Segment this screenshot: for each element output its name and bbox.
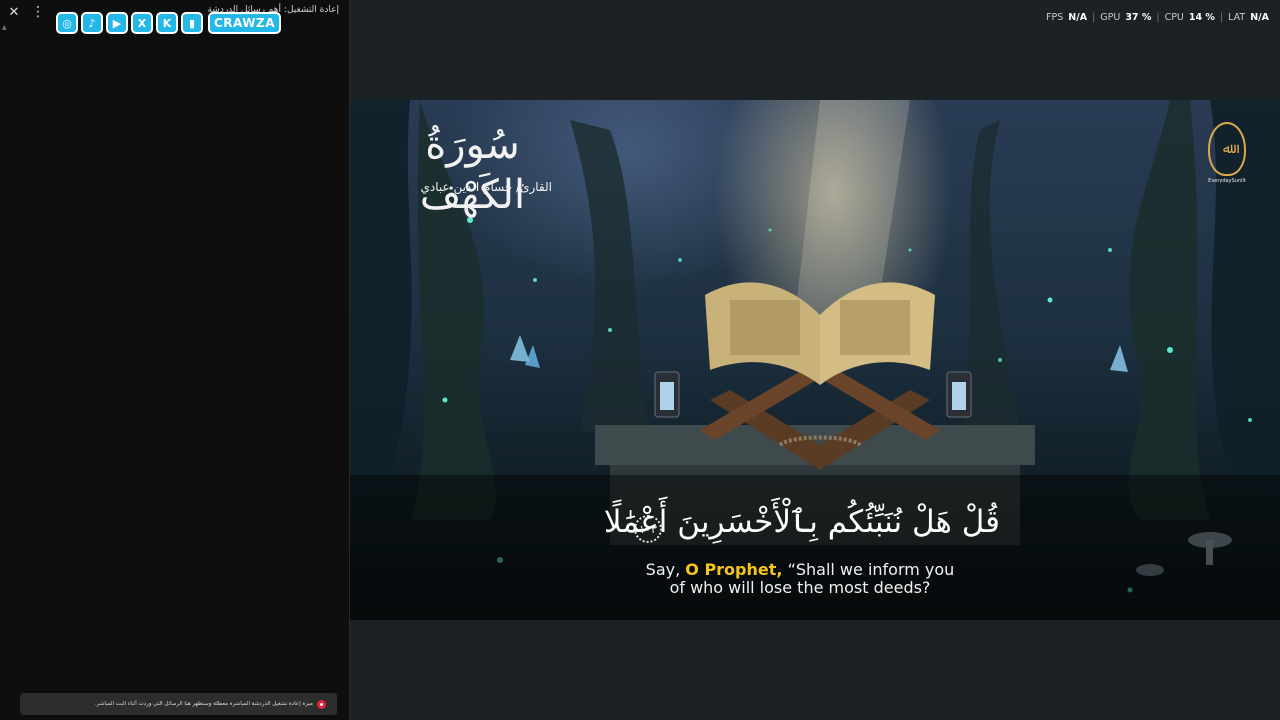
surah-title: سُورَةُ الكَهْف: [419, 122, 526, 218]
stat-separator: |: [1156, 11, 1160, 23]
lat-label: LAT: [1228, 11, 1246, 23]
close-button[interactable]: ✕: [4, 2, 24, 22]
instagram-icon: ◎: [56, 12, 78, 34]
verse-translation: Say, O Prophet, “Shall we inform you of …: [620, 561, 980, 597]
reciter-name: القارئ/ حسام الدين عبادي: [420, 180, 552, 194]
banner-text: ميزة إعادة تشغيل الدردشة المباشرة معطلة …: [94, 701, 313, 707]
translation-part-2: “Shall we inform you: [787, 560, 955, 579]
youtube-icon: ▶: [106, 12, 128, 34]
fps-value: N/A: [1068, 11, 1088, 23]
social-overlay: ◎ ♪ ▶ X K ▮ CRAWZA: [52, 10, 285, 36]
lat-value: N/A: [1250, 11, 1269, 23]
x-icon: X: [131, 12, 153, 34]
scroll-up-arrow-icon[interactable]: ▲: [2, 24, 7, 31]
cpu-label: CPU: [1164, 11, 1184, 23]
kick-icon: K: [156, 12, 178, 34]
logo-text: EverydaySunlit: [1208, 178, 1246, 184]
channel-logo: ﷲ EverydaySunlit: [1204, 122, 1250, 184]
chat-panel: ✕ ⋮ إعادة التشغيل: أهم رسائل الدردشة ▲ ◎…: [0, 0, 350, 720]
live-dot-icon: [317, 699, 326, 709]
performance-stats: FPS N/A | GPU 37 % | CPU 14 % | LAT N/A: [1046, 10, 1269, 24]
calligraphy-logo-icon: ﷲ: [1208, 122, 1246, 176]
stat-separator: |: [1092, 11, 1096, 23]
translation-line-2: of who will lose the most deeds?: [669, 578, 931, 597]
gpu-label: GPU: [1100, 11, 1121, 23]
twitch-icon: ▮: [181, 12, 203, 34]
tiktok-icon: ♪: [81, 12, 103, 34]
translation-part-1: Say,: [645, 560, 681, 579]
translation-highlight: O Prophet,: [685, 560, 783, 579]
cpu-value: 14 %: [1188, 11, 1215, 23]
chat-replay-banner: ميزة إعادة تشغيل الدردشة المباشرة معطلة …: [20, 693, 337, 715]
brand-name: CRAWZA: [208, 12, 282, 34]
fps-label: FPS: [1046, 11, 1064, 23]
more-options-button[interactable]: ⋮: [28, 2, 48, 22]
gpu-value: 37 %: [1125, 11, 1152, 23]
verse-arabic-text: قُلْ هَلْ نُنَبِّئُكُم بِٱلْأَخْسَرِينَ …: [603, 504, 1000, 540]
video-player[interactable]: سُورَةُ الكَهْف القارئ/ حسام الدين عبادي…: [350, 100, 1280, 620]
verse-caption-band: [350, 475, 1280, 620]
stat-separator: |: [1219, 11, 1224, 23]
